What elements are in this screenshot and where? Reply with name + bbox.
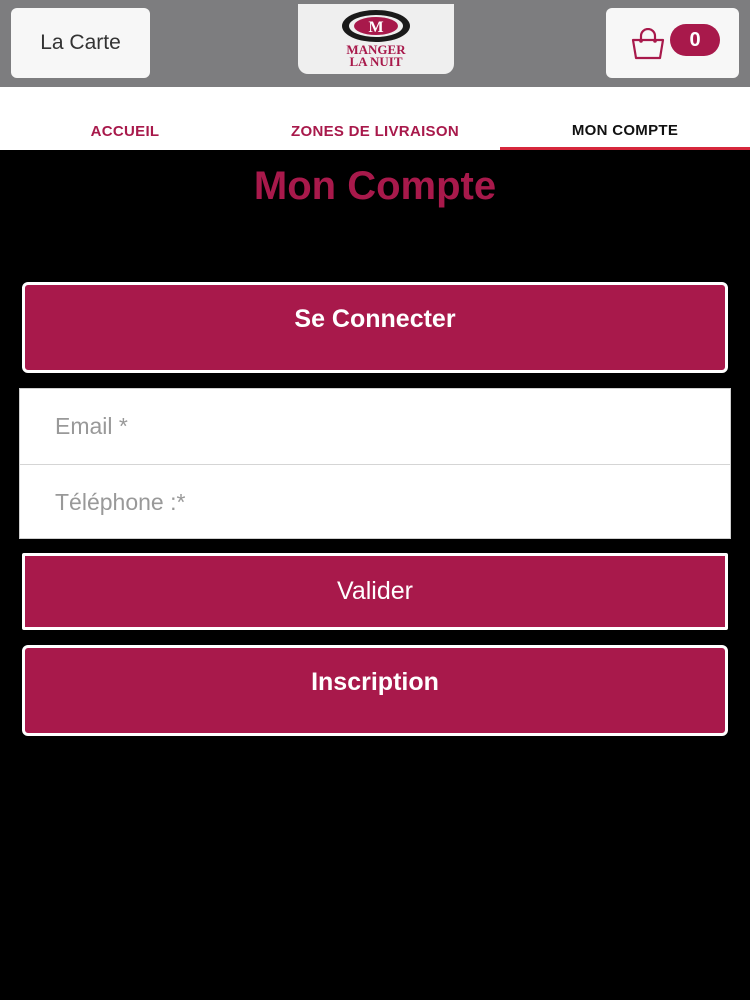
- phone-input[interactable]: [20, 464, 730, 539]
- brand-logo[interactable]: M MANGER LA NUIT: [298, 4, 454, 74]
- top-bar: La Carte M MANGER LA NUIT 0: [0, 0, 750, 87]
- se-connecter-button[interactable]: Se Connecter: [22, 282, 728, 373]
- cart-button[interactable]: 0: [606, 8, 739, 78]
- tab-mon-compte[interactable]: MON COMPTE: [500, 87, 750, 150]
- login-form: [19, 388, 731, 539]
- main-tabs: ACCUEIL ZONES DE LIVRAISON MON COMPTE: [0, 87, 750, 150]
- inscription-button[interactable]: Inscription: [22, 645, 728, 736]
- menu-carte-button[interactable]: La Carte: [11, 8, 150, 78]
- tab-accueil[interactable]: ACCUEIL: [0, 87, 250, 150]
- tab-zones-de-livraison[interactable]: ZONES DE LIVRAISON: [250, 87, 500, 150]
- logo-text-line2: LA NUIT: [349, 54, 403, 69]
- shopping-bag-icon: [631, 28, 665, 60]
- valider-button[interactable]: Valider: [22, 553, 728, 630]
- logo-emblem-icon: M: [342, 10, 410, 42]
- page-title: Mon Compte: [253, 164, 497, 208]
- email-input[interactable]: [20, 389, 730, 464]
- logo-emblem-letter: M: [368, 19, 383, 36]
- cart-count-badge: 0: [670, 24, 720, 56]
